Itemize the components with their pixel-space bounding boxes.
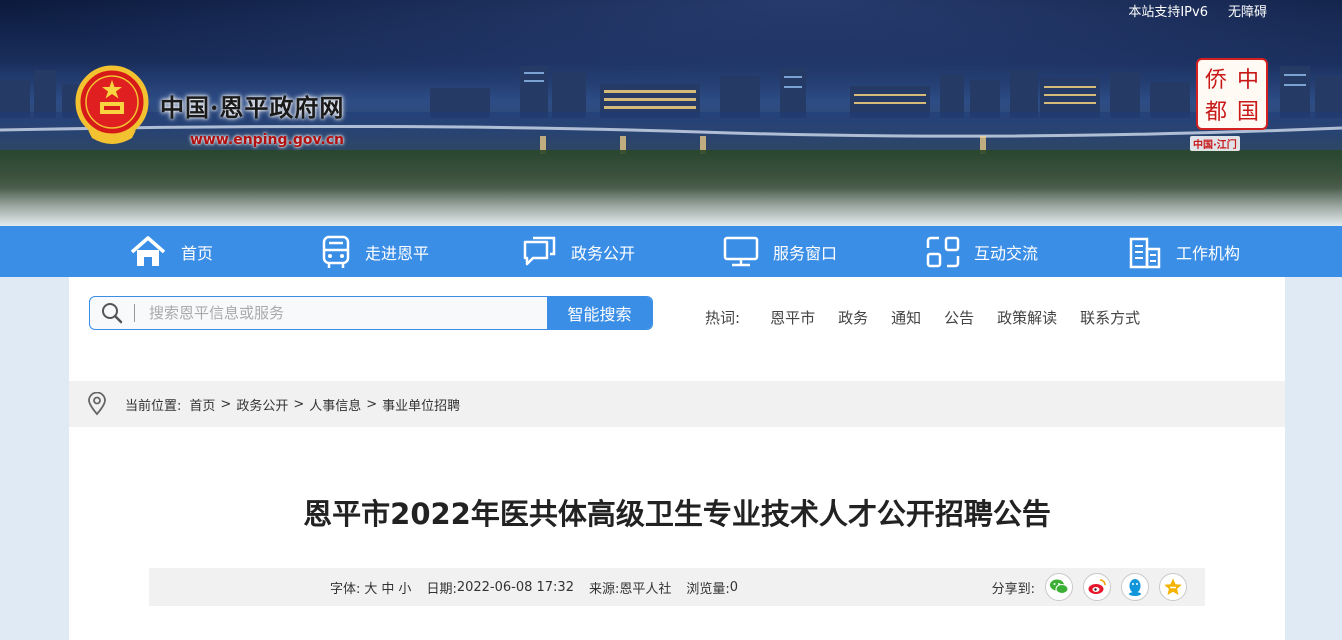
publish-date: 2022-06-08 17:32 <box>456 579 574 595</box>
share-qq-button[interactable] <box>1121 573 1149 601</box>
qzone-icon <box>1164 578 1182 595</box>
qiaodu-char: 国 <box>1236 100 1259 125</box>
meta-info: 字体: 大 中 小 日期: 2022-06-08 17:32 来源: 恩平人社 … <box>330 568 738 606</box>
hotwords-label: 热词: <box>705 309 741 327</box>
source-value: 恩平人社 <box>619 581 672 597</box>
date-label: 日期: <box>426 581 457 597</box>
wechat-icon <box>1050 579 1069 594</box>
accessibility-link[interactable]: 无障碍 <box>1228 1 1267 20</box>
nav-item-about[interactable]: 走进恩平 <box>321 226 429 277</box>
smart-search-button[interactable]: 智能搜索 <box>547 297 652 329</box>
hotword-link[interactable]: 联系方式 <box>1080 307 1140 328</box>
breadcrumb-personnel[interactable]: 人事信息 <box>309 395 361 414</box>
share-weibo-button[interactable] <box>1083 573 1111 601</box>
nav-item-services[interactable]: 服务窗口 <box>723 226 837 277</box>
font-size-large[interactable]: 大 <box>364 578 377 597</box>
qiaodu-char: 侨 <box>1204 68 1227 93</box>
national-emblem-icon <box>75 65 149 144</box>
search-bar: 智能搜索 <box>89 296 653 330</box>
top-links: 本站支持IPv6 无障碍 <box>1128 1 1267 20</box>
hotword-link[interactable]: 恩平市 <box>770 307 815 328</box>
article-meta: 字体: 大 中 小 日期: 2022-06-08 17:32 来源: 恩平人社 … <box>149 568 1205 606</box>
source-label: 来源: <box>588 581 620 597</box>
nav-item-agencies[interactable]: 工作机构 <box>1128 226 1240 277</box>
qiaodu-char: 中 <box>1236 68 1259 93</box>
qiaodu-char: 都 <box>1204 100 1227 125</box>
share-label: 分享到: <box>991 581 1035 597</box>
breadcrumb-recruitment[interactable]: 事业单位招聘 <box>382 395 460 414</box>
site-url[interactable]: www.enping.gov.cn <box>190 132 344 148</box>
chat-icon <box>523 236 556 265</box>
share-qzone-button[interactable] <box>1159 573 1187 601</box>
hotwords: 热词: 恩平市 政务 通知 公告 政策解读 联系方式 <box>705 307 1163 328</box>
nav-label: 工作机构 <box>1176 243 1241 263</box>
header-banner: 本站支持IPv6 无障碍 中国·恩平政府网 www.enping.gov.cn … <box>0 0 1342 226</box>
hotword-link[interactable]: 通知 <box>891 307 921 328</box>
breadcrumb: 当前位置: 首页 > 政务公开 > 人事信息 > 事业单位招聘 <box>69 381 1285 427</box>
font-size-label: 字体: <box>330 581 361 597</box>
site-title: 中国·恩平政府网 <box>160 93 345 122</box>
nav-label: 首页 <box>181 243 214 263</box>
breadcrumb-separator: > <box>220 396 232 412</box>
nav-label: 互动交流 <box>974 243 1039 263</box>
monitor-icon <box>723 236 759 266</box>
search-input[interactable] <box>135 297 547 329</box>
search-icon <box>102 303 123 324</box>
breadcrumb-separator: > <box>293 396 305 412</box>
breadcrumb-separator: > <box>366 396 378 412</box>
breadcrumb-label: 当前位置: <box>125 398 182 414</box>
qiaodu-caption: 中国·江门 <box>1190 136 1240 151</box>
qq-icon <box>1129 579 1141 596</box>
article-title: 恩平市2022年医共体高级卫生专业技术人才公开招聘公告 <box>303 497 1051 531</box>
interaction-icon <box>926 236 960 267</box>
breadcrumb-home[interactable]: 首页 <box>189 395 215 414</box>
views-count: 0 <box>729 579 739 595</box>
building-icon <box>1129 237 1161 268</box>
weibo-icon <box>1088 579 1106 594</box>
nav-label: 服务窗口 <box>773 243 838 263</box>
home-icon <box>130 235 166 266</box>
breadcrumb-gov-affairs[interactable]: 政务公开 <box>236 395 288 414</box>
nav-label: 政务公开 <box>571 243 636 263</box>
hotword-link[interactable]: 政策解读 <box>997 307 1057 328</box>
share-bar: 分享到: <box>992 568 1187 606</box>
views-label: 浏览量: <box>686 581 730 597</box>
nav-item-gov-affairs[interactable]: 政务公开 <box>521 226 635 277</box>
qiaodu-logo[interactable]: 侨 中 都 国 <box>1196 58 1268 130</box>
ipv6-link[interactable]: 本站支持IPv6 <box>1128 1 1208 20</box>
search-icon-wrap[interactable] <box>90 297 134 329</box>
location-pin-icon <box>88 392 106 416</box>
nav-label: 走进恩平 <box>365 243 430 263</box>
share-wechat-button[interactable] <box>1045 573 1073 601</box>
font-size-small[interactable]: 小 <box>398 578 411 597</box>
main-content: 智能搜索 热词: 恩平市 政务 通知 公告 政策解读 联系方式 当前位置: 首页… <box>69 277 1285 640</box>
nav-item-home[interactable]: 首页 <box>129 226 213 277</box>
main-nav: 首页 走进恩平 政务公开 服务窗口 互动交流 工作机构 <box>0 226 1342 277</box>
font-size-medium[interactable]: 中 <box>381 578 394 597</box>
hotword-link[interactable]: 政务 <box>838 307 868 328</box>
hotword-link[interactable]: 公告 <box>944 307 974 328</box>
nav-item-interaction[interactable]: 互动交流 <box>926 226 1038 277</box>
greenery <box>0 150 1342 226</box>
bus-icon <box>322 235 350 268</box>
